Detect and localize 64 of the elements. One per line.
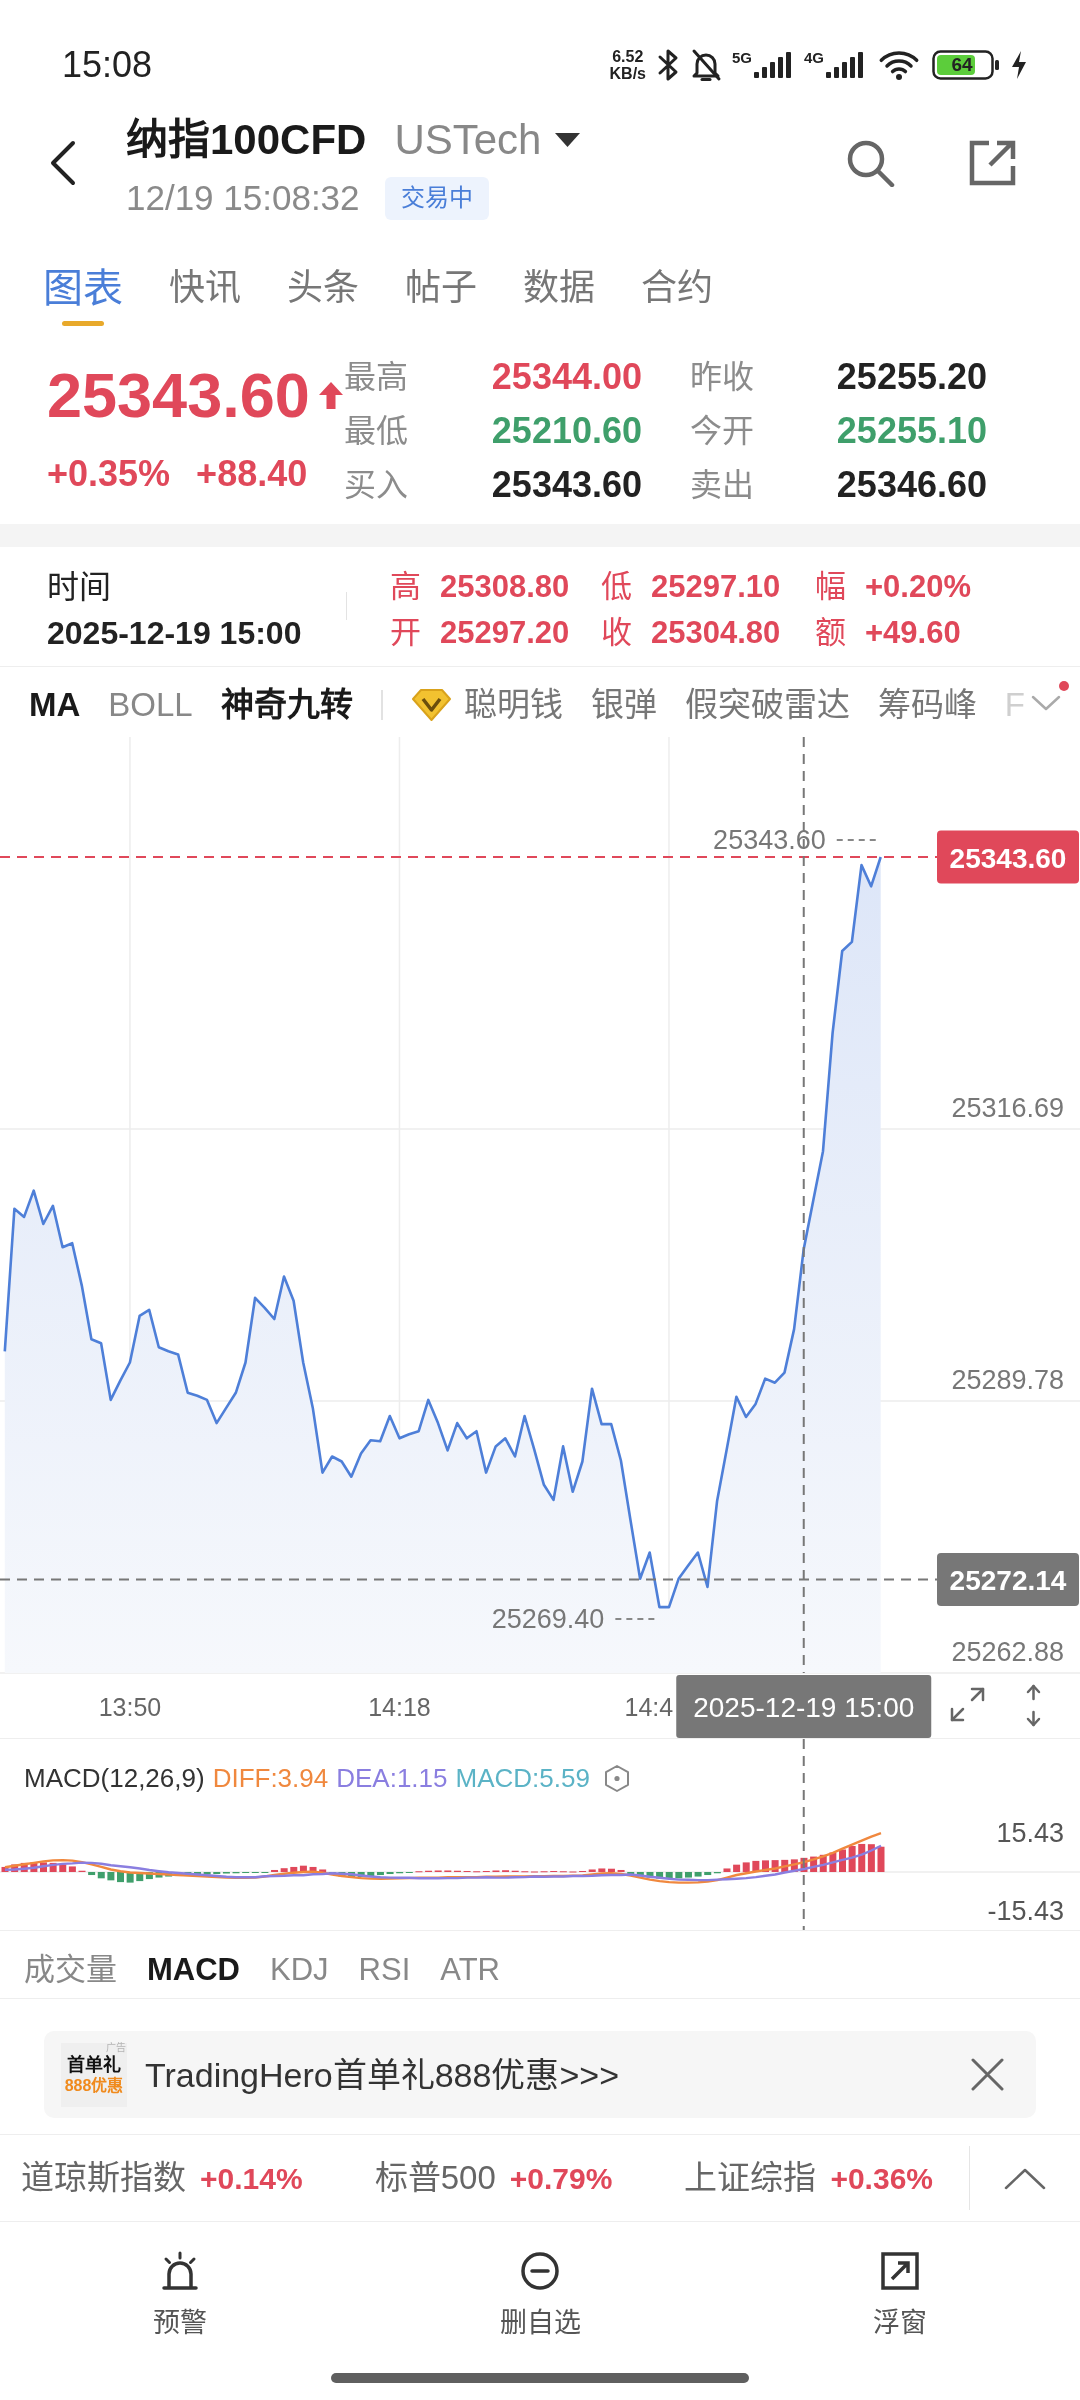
y-axis-label: 25316.69 bbox=[951, 1093, 1064, 1124]
stat-label: 最高 bbox=[344, 358, 409, 397]
change-amount: +88.40 bbox=[196, 454, 308, 494]
quote-time: 12/19 15:08:32 bbox=[126, 177, 360, 219]
field-label: 高 bbox=[390, 567, 421, 606]
field-value: 25308.80 bbox=[440, 567, 570, 606]
field-value: +0.20% bbox=[865, 567, 971, 606]
y-axis-label: 15.43 bbox=[996, 1818, 1064, 1848]
index-change: +0.14% bbox=[200, 2160, 303, 2197]
field-label: 幅 bbox=[815, 567, 846, 606]
index-name: 上证综指 bbox=[684, 2158, 817, 2199]
field-label: 收 bbox=[601, 613, 632, 652]
x-axis-label: 13:50 bbox=[98, 1693, 162, 1721]
field-value: 25297.10 bbox=[651, 567, 781, 606]
stat-label: 卖出 bbox=[690, 466, 755, 505]
y-axis-label: 25262.88 bbox=[951, 1637, 1064, 1667]
network-type-label: 5G bbox=[731, 50, 752, 65]
y-axis-label: 25289.78 bbox=[951, 1365, 1064, 1396]
time-label: 时间 bbox=[47, 568, 112, 607]
ad-thumbnail-text: 888优惠 bbox=[64, 2075, 124, 2096]
stat-label: 最低 bbox=[344, 412, 409, 451]
stat-value: 25344.00 bbox=[490, 355, 642, 399]
stat-label: 今开 bbox=[690, 412, 755, 451]
stat-value: 25343.60 bbox=[490, 463, 642, 507]
indicator-title: MACD(12,26,9) bbox=[24, 1762, 205, 1795]
stat-value: 25255.20 bbox=[835, 355, 987, 399]
field-value: 25297.20 bbox=[440, 613, 570, 652]
battery-percentage: 64 bbox=[950, 54, 974, 76]
stat-label: 买入 bbox=[344, 466, 409, 505]
index-change: +0.36% bbox=[830, 2160, 933, 2197]
index-name: 道琼斯指数 bbox=[21, 2158, 186, 2199]
trading-status-badge: 交易中 bbox=[384, 176, 489, 220]
index-change: +0.79% bbox=[509, 2160, 613, 2197]
stat-value: 25210.60 bbox=[490, 409, 642, 453]
field-label: 低 bbox=[601, 567, 632, 606]
stat-label: 昨收 bbox=[690, 358, 755, 397]
time-tag: 2025-12-19 15:00 bbox=[676, 1675, 932, 1738]
x-axis-label: 14:18 bbox=[368, 1693, 431, 1721]
indicator-readout: MACD:5.59 bbox=[455, 1762, 590, 1795]
bar-time: 2025-12-19 15:00 bbox=[47, 614, 303, 653]
change-percent: +0.35% bbox=[47, 454, 171, 494]
indicator-readout: DIFF:3.94 bbox=[212, 1762, 329, 1795]
field-label: 开 bbox=[390, 613, 421, 652]
field-value: +49.60 bbox=[865, 613, 961, 652]
field-value: 25304.80 bbox=[651, 613, 781, 652]
ref-line-label: 25343.60 bbox=[949, 842, 1067, 874]
network-type-label: 4G bbox=[804, 50, 824, 65]
stat-value: 25346.60 bbox=[835, 463, 987, 507]
y-axis-label: -15.43 bbox=[987, 1896, 1064, 1926]
high-price-label: 25343.60 bbox=[713, 825, 826, 855]
last-price: 25343.60 bbox=[47, 359, 310, 432]
price-tag: 25272.14 bbox=[937, 1552, 1079, 1606]
status-time: 15:08 bbox=[62, 45, 153, 85]
instrument-name: 纳指100CFD bbox=[126, 116, 367, 164]
ad-thumbnail-text: 首单礼 bbox=[67, 2053, 121, 2076]
price-tag: 25343.60 bbox=[937, 830, 1079, 884]
field-label: 额 bbox=[815, 613, 846, 652]
indicator-readout: DEA:1.15 bbox=[336, 1762, 448, 1795]
index-name: 标普500 bbox=[374, 2158, 496, 2199]
network-speed: 6.52 KB/s bbox=[609, 48, 646, 82]
stat-value: 25255.10 bbox=[835, 409, 987, 453]
low-price-label: 25269.40 bbox=[491, 1604, 605, 1635]
ref-line-label: 25272.14 bbox=[949, 1564, 1067, 1596]
x-axis-label: 14:4 bbox=[624, 1693, 674, 1721]
